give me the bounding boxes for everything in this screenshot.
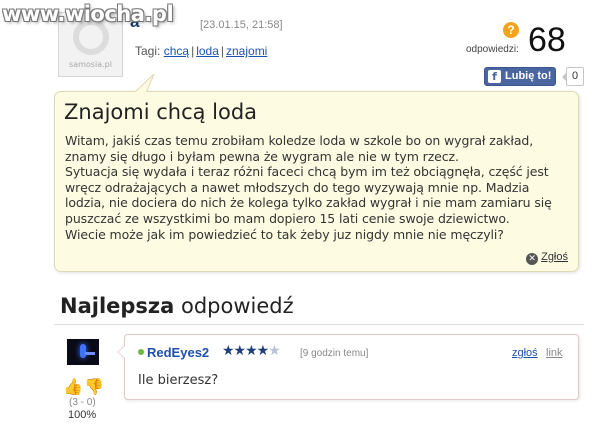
like-label: Lubię to! xyxy=(505,70,552,82)
question-date: [23.01.15, 21:58] xyxy=(200,19,283,31)
like-count: 0 xyxy=(562,67,584,86)
answer-box: RedEyes2 ★★★★★ [9 godzin temu] zgłoś lin… xyxy=(117,334,579,400)
tags-line: Tagi: chcą | loda | znajomi xyxy=(135,44,268,58)
answers-label: odpowiedzi: xyxy=(466,44,519,55)
tag-link-loda[interactable]: loda xyxy=(196,44,219,58)
answer-author-name[interactable]: RedEyes2 xyxy=(147,345,209,360)
report-question-label: Zgłoś xyxy=(541,251,568,263)
rating-stars: ★★★★★ xyxy=(222,343,281,359)
question-body-line: Sytuacja się wydała i teraz różni faceci… xyxy=(65,164,549,180)
answer-author-avatar[interactable] xyxy=(67,339,99,365)
vote-percentage: 100% xyxy=(68,409,97,421)
close-icon: ✕ xyxy=(526,253,539,265)
vote-ratio: (3 - 0) xyxy=(69,397,96,408)
question-body-line: Wiecie może jak im powiedzieć to tak żeb… xyxy=(65,226,504,242)
report-question-link[interactable]: ✕ Zgłoś xyxy=(526,251,568,265)
question-box: Znajomi chcą loda Witam, jakiś czas temu… xyxy=(54,74,579,272)
facebook-like-button[interactable]: f Lubię to! xyxy=(484,67,556,86)
question-body-line: lodzia, nie dociera do nich że kolega ty… xyxy=(65,195,552,211)
answer-permalink[interactable]: link xyxy=(546,347,563,359)
answers-count: 68 xyxy=(528,21,566,59)
speech-pointer xyxy=(117,345,125,359)
best-answer-heading-bold: Najlepsza xyxy=(60,294,175,318)
question-body-line: puszczać ze wszystkimi bo mam dopiero 15… xyxy=(65,210,510,226)
question-mark-icon: ? xyxy=(503,22,519,38)
question-body-line: wręcz odrażających a nawet młodszych do … xyxy=(65,179,530,195)
question-title: Znajomi chcą loda xyxy=(64,100,258,124)
question-body-line: Witam, jakiś czas temu zrobiłam koledze … xyxy=(65,133,534,148)
answer-time: [9 godzin temu] xyxy=(300,348,369,359)
star-half-icon: ★ xyxy=(268,343,281,359)
online-status-icon xyxy=(138,349,144,355)
avatar-logo-text: samosia.pl xyxy=(69,60,112,69)
best-answer-heading-rest: odpowiedź xyxy=(174,294,294,318)
answer-text: Ile bierzesz? xyxy=(138,373,219,388)
question-body-line: znamy się długo i byłam pewna że wygram … xyxy=(65,148,459,164)
question-body: Witam, jakiś czas temu zrobiłam koledze … xyxy=(65,133,575,242)
thumbs-up-icon[interactable]: 👍 xyxy=(63,377,83,397)
tags-label: Tagi: xyxy=(135,44,161,58)
best-answer-heading: Najlepsza odpowiedź xyxy=(60,294,294,318)
star-icons: ★★★★ xyxy=(222,343,269,359)
thumbs-down-icon[interactable]: 👎 xyxy=(84,377,104,397)
divider xyxy=(54,324,584,325)
watermark: www.wiocha.pl xyxy=(2,2,174,26)
tag-link-znajomi[interactable]: znajomi xyxy=(226,44,267,58)
tag-link-chca[interactable]: chcą xyxy=(164,44,189,58)
facebook-icon: f xyxy=(488,70,501,83)
report-answer-link[interactable]: zgłoś xyxy=(512,347,538,359)
